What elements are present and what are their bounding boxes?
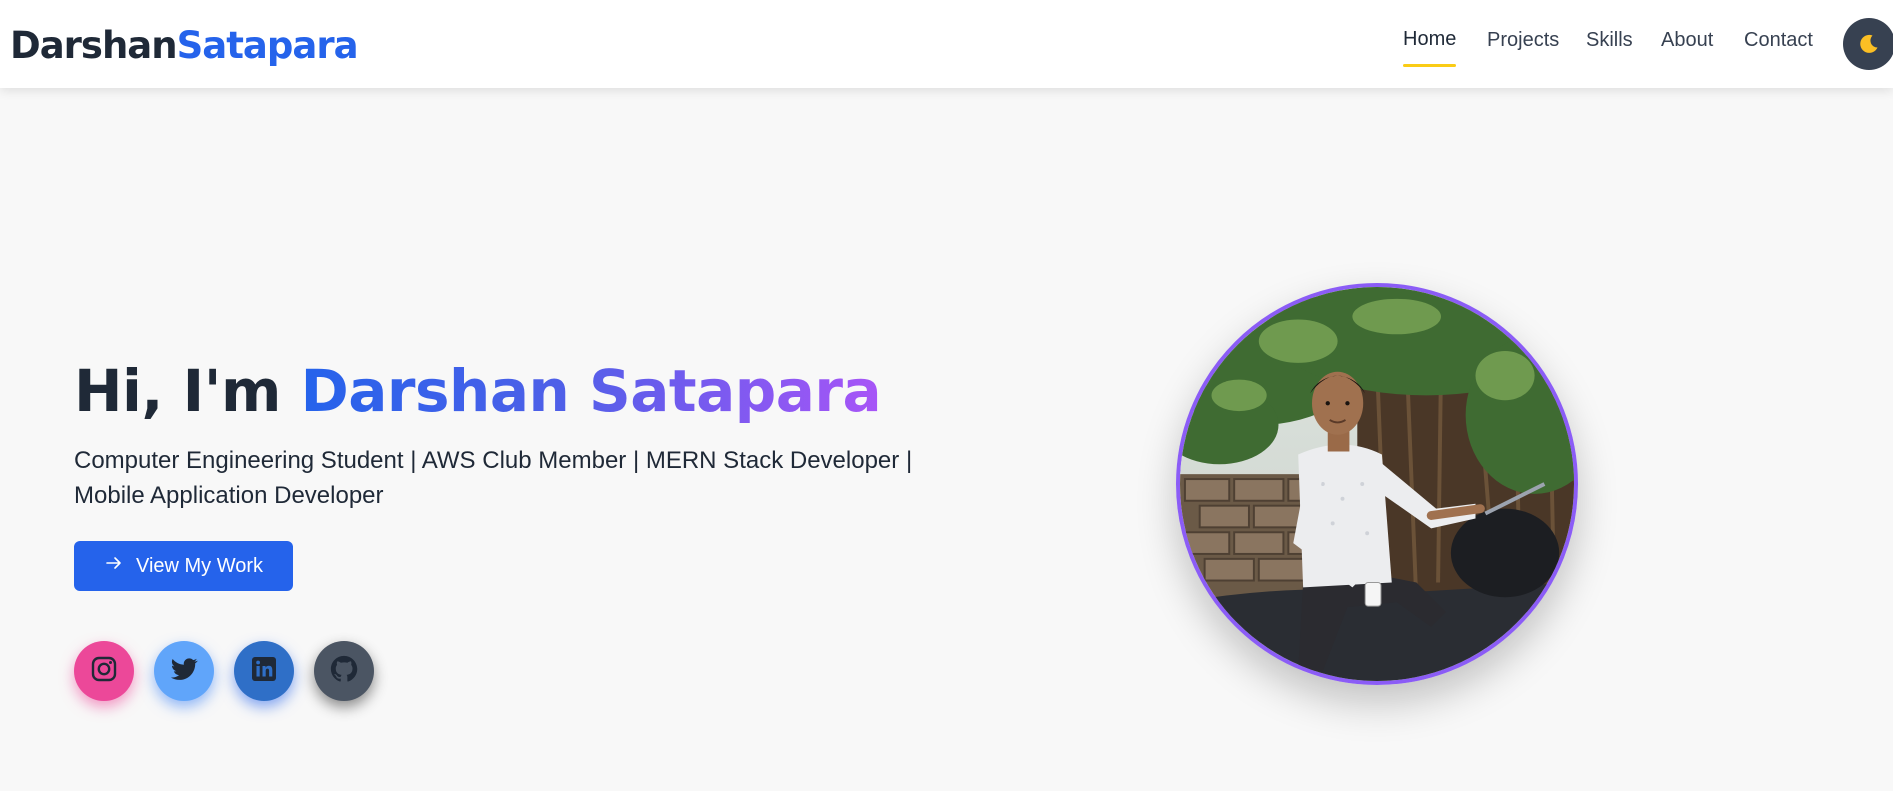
theme-toggle-button[interactable] (1843, 18, 1893, 70)
github-link[interactable] (314, 641, 374, 701)
nav-contact[interactable]: Contact (1744, 29, 1813, 52)
github-icon (329, 654, 359, 688)
hero-title: Hi, I'm Darshan Satapara (74, 356, 882, 426)
hero-subtitle: Computer Engineering Student | AWS Club … (74, 447, 913, 509)
twitter-link[interactable] (154, 641, 214, 701)
nav-active-underline (1403, 64, 1457, 67)
view-my-work-button[interactable]: View My Work (74, 541, 293, 591)
twitter-icon (168, 653, 200, 689)
brand-first-name: Darshan (10, 24, 178, 67)
nav-home-label: Home (1403, 28, 1457, 50)
linkedin-icon (249, 654, 279, 688)
nav-contact-label: Contact (1744, 29, 1813, 51)
nav-about[interactable]: About (1661, 29, 1713, 52)
moon-icon (1857, 32, 1881, 56)
nav-projects[interactable]: Projects (1487, 29, 1559, 52)
brand-last-name: Satapara (176, 24, 359, 67)
nav-projects-label: Projects (1487, 29, 1560, 51)
arrow-right-icon (104, 553, 124, 579)
hero-greeting: Hi, I'm (74, 357, 301, 425)
nav-skills[interactable]: Skills (1586, 29, 1633, 52)
instagram-icon (89, 654, 119, 688)
navbar: DarshanSatapara Home Projects Skills Abo… (0, 0, 1893, 88)
nav-skills-label: Skills (1586, 29, 1633, 51)
view-my-work-label: View My Work (135, 554, 264, 577)
nav-home[interactable]: Home (1403, 28, 1457, 67)
profile-photo (1176, 283, 1578, 685)
instagram-link[interactable] (74, 641, 134, 701)
linkedin-link[interactable] (234, 641, 294, 701)
hero-name: Darshan Satapara (300, 357, 882, 425)
nav-about-label: About (1661, 29, 1714, 51)
brand-logo[interactable]: DarshanSatapara (10, 24, 359, 67)
